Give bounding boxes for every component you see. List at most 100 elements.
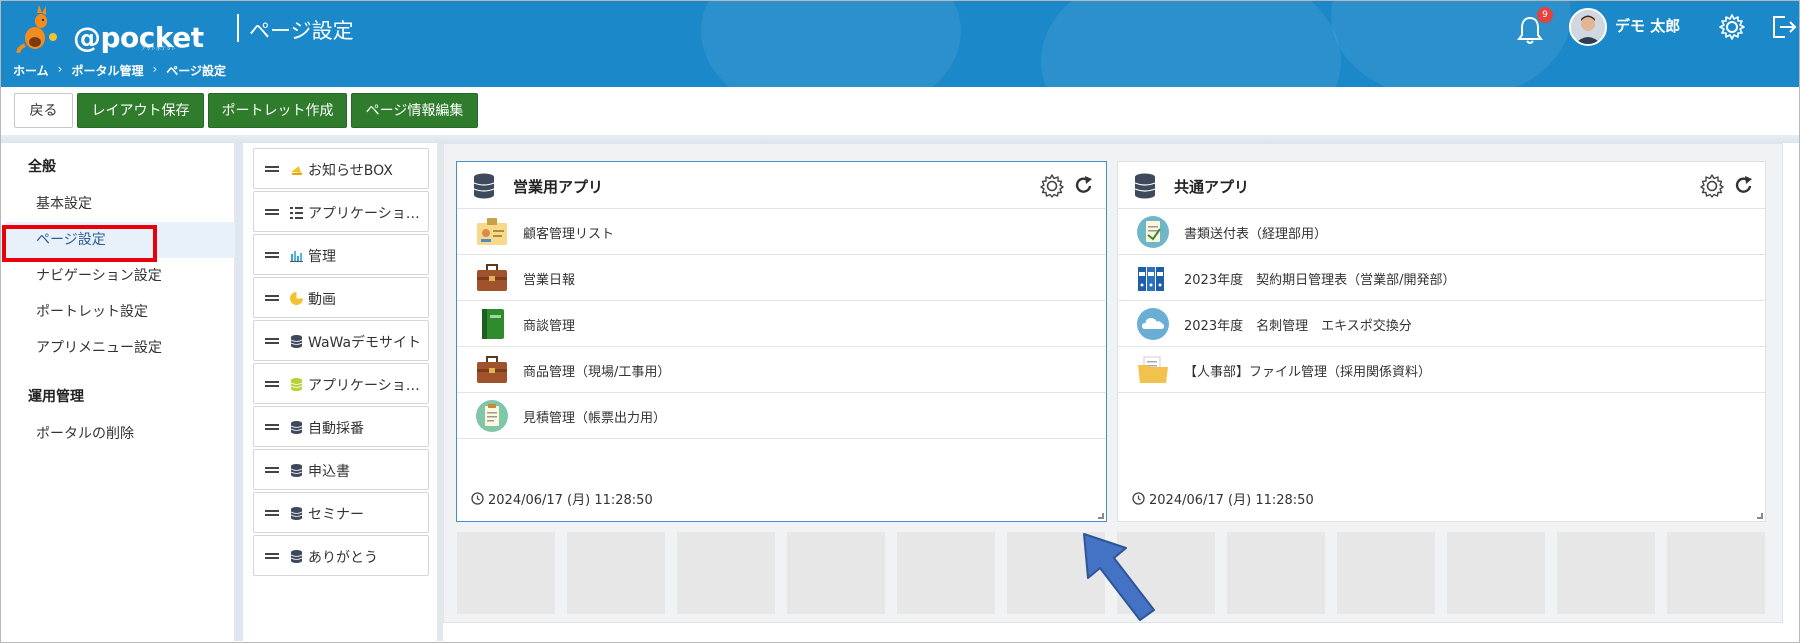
grid-placeholder[interactable] (677, 532, 775, 614)
database-icon (290, 507, 303, 520)
bar-chart-icon (290, 251, 303, 262)
portlet-item[interactable]: 申込書 (253, 449, 429, 490)
list-item[interactable]: 見積管理（帳票出力用） (457, 393, 1106, 439)
drag-handle-icon[interactable] (265, 166, 279, 172)
sidebar-item-delete-portal[interactable]: ポータルの削除 (6, 416, 235, 452)
grid-placeholder[interactable] (1667, 532, 1765, 614)
drag-handle-icon[interactable] (265, 252, 279, 258)
portlet-item[interactable]: お知らせBOX (253, 148, 429, 189)
database-green-icon (290, 378, 303, 391)
breadcrumb: ホーム › ポータル管理 › ページ設定 (13, 62, 226, 79)
folder-icon (1138, 356, 1168, 383)
resize-handle-icon[interactable] (1098, 513, 1104, 519)
portlet-item[interactable]: アプリケーション一覧 (253, 191, 429, 232)
list-item[interactable]: 商談管理 (457, 301, 1106, 347)
drag-handle-icon[interactable] (265, 467, 279, 473)
logout-icon[interactable] (1771, 13, 1797, 41)
portlet-item[interactable]: 自動採番 (253, 406, 429, 447)
portlet-label: 管理 (308, 249, 336, 265)
portlet-item[interactable]: セミナー (253, 492, 429, 533)
list-item[interactable]: 【人事部】ファイル管理（採用関係資料） (1118, 347, 1765, 393)
portlet-list: お知らせBOX アプリケーション一覧 管理 動画 WaWaデモサイト アプリケー… (243, 143, 437, 641)
breadcrumb-home[interactable]: ホーム (13, 62, 49, 79)
create-portlet-button[interactable]: ポートレット作成 (208, 93, 347, 128)
user-name[interactable]: デモ 太郎 (1615, 15, 1680, 36)
toolbar-divider (1, 135, 1799, 143)
briefcase-icon (477, 264, 507, 291)
sidebar-item-basic-settings[interactable]: 基本設定 (6, 186, 235, 222)
gear-icon[interactable] (1039, 173, 1065, 199)
drag-handle-icon[interactable] (265, 381, 279, 387)
list-item[interactable]: 営業日報 (457, 255, 1106, 301)
drag-handle-icon[interactable] (265, 338, 279, 344)
header-decoration (1041, 1, 1341, 87)
portlet-label: アプリケーション一覧 (308, 378, 426, 394)
app-name: 2023年度 名刺管理 エキスポ交換分 (1184, 319, 1412, 334)
drag-handle-icon[interactable] (265, 209, 279, 215)
app-name: 見積管理（帳票出力用） (523, 411, 667, 426)
clock-icon (471, 492, 484, 505)
card-timestamp: 2024/06/17 (月) 11:28:50 (471, 489, 653, 508)
list-item[interactable]: 書類送付表（経理部用） (1118, 209, 1765, 255)
document-icon (1137, 216, 1169, 248)
portlet-item[interactable]: ありがとう (253, 535, 429, 576)
list-item[interactable]: 顧客管理リスト (457, 209, 1106, 255)
list-item[interactable]: 2023年度 名刺管理 エキスポ交換分 (1118, 301, 1765, 347)
grid-placeholder[interactable] (787, 532, 885, 614)
portlet-item[interactable]: WaWaデモサイト (253, 320, 429, 361)
grid-placeholder[interactable] (457, 532, 555, 614)
settings-sidebar: 全般 基本設定 ページ設定 ナビゲーション設定 ポートレット設定 アプリメニュー… (6, 143, 235, 641)
megaphone-icon (291, 166, 302, 175)
app-name: 商品管理（現場/工事用） (523, 365, 671, 380)
grid-placeholder[interactable] (1337, 532, 1435, 614)
portlet-item[interactable]: 管理 (253, 234, 429, 275)
pie-chart-icon (290, 292, 303, 305)
logo-subtext: アットポケット (141, 46, 177, 52)
list-item[interactable]: 商品管理（現場/工事用） (457, 347, 1106, 393)
database-icon (473, 173, 495, 199)
section-heading-general: 全般 (28, 159, 56, 175)
avatar[interactable] (1569, 8, 1607, 46)
briefcase-icon (477, 356, 507, 383)
settings-gear-icon[interactable] (1718, 13, 1746, 41)
drag-handle-icon[interactable] (265, 295, 279, 301)
grid-placeholder[interactable] (1447, 532, 1545, 614)
portlet-label: 自動採番 (308, 421, 364, 437)
portlet-item[interactable]: 動画 (253, 277, 429, 318)
refresh-icon[interactable] (1074, 174, 1094, 196)
grid-placeholder[interactable] (897, 532, 995, 614)
save-layout-button[interactable]: レイアウト保存 (77, 93, 204, 128)
gear-icon[interactable] (1699, 173, 1725, 199)
notification-badge: 9 (1537, 7, 1553, 23)
portlet-card-common-apps[interactable]: 共通アプリ 書類送付表（経理部用） 2023年度 契約期日管理表（営業部/開発部… (1117, 161, 1766, 522)
portlet-label: アプリケーション一覧 (308, 206, 426, 222)
grid-placeholder[interactable] (1557, 532, 1655, 614)
grid-placeholder[interactable] (1227, 532, 1325, 614)
app-header: @pocket アットポケット ページ設定 ホーム › ポータル管理 › ページ… (1, 1, 1799, 87)
drag-handle-icon[interactable] (265, 424, 279, 430)
grid-placeholder[interactable] (567, 532, 665, 614)
drag-handle-icon[interactable] (265, 510, 279, 516)
back-button[interactable]: 戻る (14, 93, 73, 128)
drag-handle-icon[interactable] (265, 553, 279, 559)
sidebar-item-app-menu-settings[interactable]: アプリメニュー設定 (6, 330, 235, 366)
portlet-label: 動画 (308, 292, 336, 308)
logo[interactable]: @pocket アットポケット (15, 5, 204, 54)
list-item[interactable]: 2023年度 契約期日管理表（営業部/開発部） (1118, 255, 1765, 301)
portlet-label: WaWaデモサイト (308, 335, 422, 351)
sidebar-item-portlet-settings[interactable]: ポートレット設定 (6, 294, 235, 330)
highlight-annotation (2, 225, 157, 262)
portlet-item[interactable]: アプリケーション一覧 (253, 363, 429, 404)
notebook-icon (482, 309, 504, 339)
timestamp-text: 2024/06/17 (月) 11:28:50 (1149, 493, 1314, 508)
refresh-icon[interactable] (1734, 174, 1754, 196)
resize-handle-icon[interactable] (1757, 513, 1763, 519)
contact-card-icon (477, 218, 507, 245)
breadcrumb-portal-admin[interactable]: ポータル管理 (71, 62, 143, 79)
portlet-card-sales-apps[interactable]: 営業用アプリ 顧客管理リスト 営業日報 商談管理 商品管理（現場/工事用） 見積… (456, 161, 1107, 522)
edit-page-info-button[interactable]: ページ情報編集 (351, 93, 478, 128)
sidebar-item-navigation-settings[interactable]: ナビゲーション設定 (6, 258, 235, 294)
database-icon (1134, 173, 1156, 199)
header-divider (237, 14, 239, 42)
app-name: 【人事部】ファイル管理（採用関係資料） (1184, 365, 1432, 380)
